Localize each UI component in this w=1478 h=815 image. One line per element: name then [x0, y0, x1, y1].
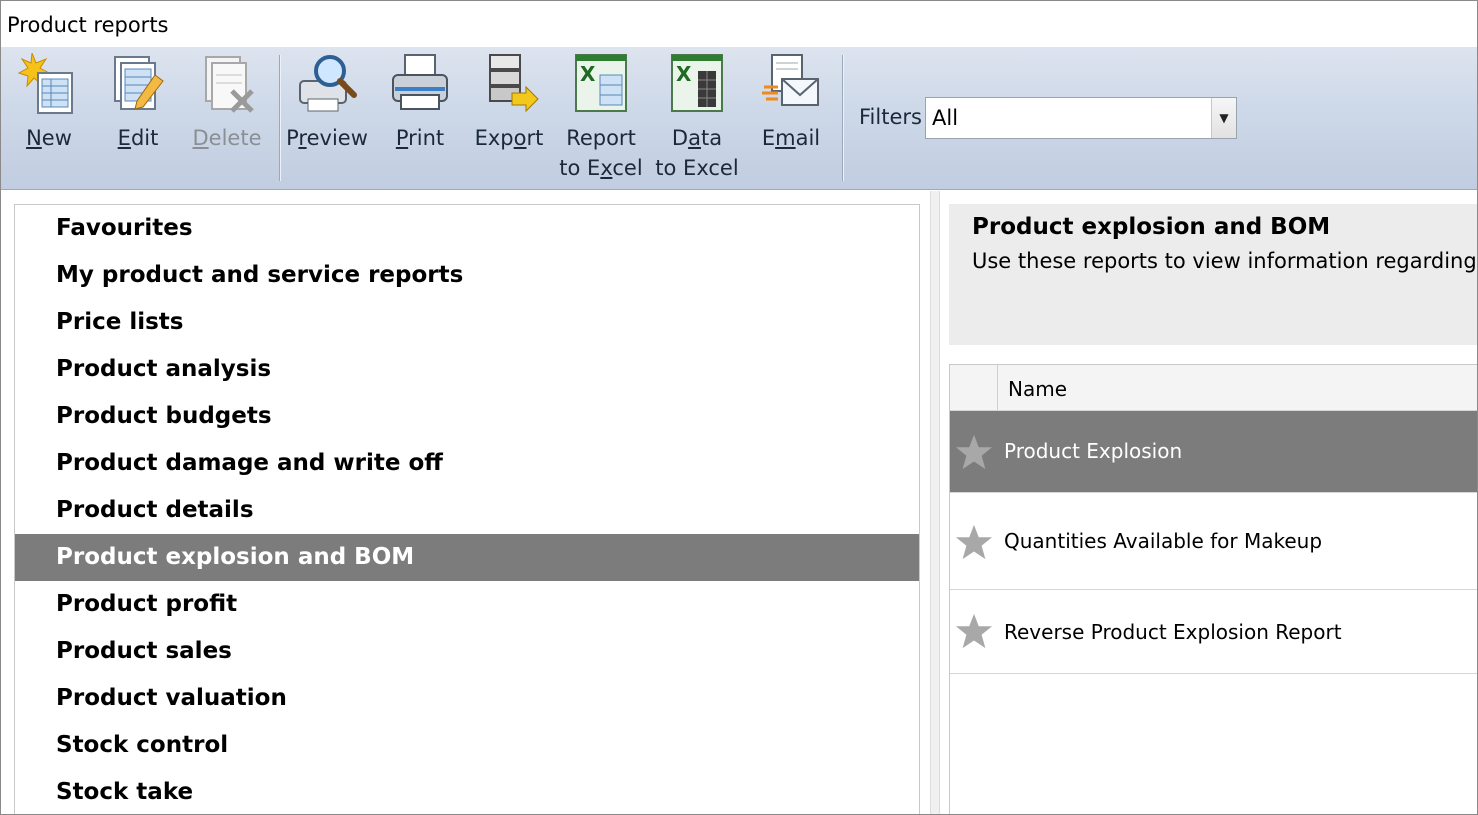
preview-button[interactable]: Preview	[283, 51, 371, 187]
chevron-down-icon[interactable]: ▼	[1211, 98, 1236, 138]
edit-report-icon	[114, 56, 164, 110]
new-report-icon	[18, 52, 73, 114]
product-reports-window: Product reports New Edit Delete Preview …	[0, 0, 1478, 815]
filters-value: All	[932, 106, 959, 130]
edit-button[interactable]: Edit	[94, 51, 182, 187]
export-button[interactable]: Export	[465, 51, 553, 187]
filters-dropdown[interactable]: All ▼	[925, 97, 1237, 139]
favourite-star-icon[interactable]	[955, 433, 993, 471]
category-item-product-analysis[interactable]: Product analysis	[15, 346, 919, 393]
filters-label: Filters	[859, 105, 922, 129]
svg-text:X: X	[580, 62, 596, 86]
delete-report-icon	[205, 56, 254, 113]
excel-data-icon: X	[671, 54, 723, 112]
category-item-stock-control[interactable]: Stock control	[15, 722, 919, 769]
toolbar-separator	[842, 55, 843, 181]
window-title: Product reports	[1, 1, 1477, 47]
column-header-name[interactable]: Name	[1008, 365, 1067, 413]
new-button[interactable]: New	[5, 51, 93, 187]
toolbar-separator	[279, 55, 280, 181]
category-item-stock-take[interactable]: Stock take	[15, 769, 919, 814]
panel-splitter[interactable]	[930, 191, 940, 814]
report-name: Reverse Product Explosion Report	[1004, 620, 1342, 644]
favourite-star-icon[interactable]	[955, 523, 993, 561]
report-category-list: Favourites My product and service report…	[14, 204, 920, 814]
category-description: Product explosion and BOM Use these repo…	[949, 204, 1477, 345]
category-item-product-damage-and-write-off[interactable]: Product damage and write off	[15, 440, 919, 487]
category-item-my-product-and-service-reports[interactable]: My product and service reports	[15, 252, 919, 299]
excel-report-icon: X	[575, 54, 627, 112]
category-item-product-details[interactable]: Product details	[15, 487, 919, 534]
category-item-price-lists[interactable]: Price lists	[15, 299, 919, 346]
grid-header: Name	[950, 365, 1477, 413]
category-item-product-budgets[interactable]: Product budgets	[15, 393, 919, 440]
preview-icon	[299, 55, 357, 112]
report-name: Quantities Available for Makeup	[1004, 529, 1323, 553]
description-title: Product explosion and BOM	[972, 214, 1331, 240]
printer-icon	[392, 54, 448, 110]
favourite-star-icon[interactable]	[955, 612, 993, 650]
report-row[interactable]: Product Explosion	[950, 411, 1477, 493]
category-item-product-valuation[interactable]: Product valuation	[15, 675, 919, 722]
export-icon	[489, 54, 539, 113]
grid-header-favourite-column[interactable]	[950, 365, 998, 410]
description-text: Use these reports to view information re…	[972, 249, 1477, 273]
category-item-product-explosion-and-bom[interactable]: Product explosion and BOM	[15, 534, 919, 581]
report-to-excel-button[interactable]: X Report to Excel	[557, 51, 645, 187]
print-button[interactable]: Print	[376, 51, 464, 187]
email-icon	[762, 54, 819, 106]
category-item-favourites[interactable]: Favourites	[15, 205, 919, 252]
report-row[interactable]: Reverse Product Explosion Report	[950, 590, 1477, 674]
report-row[interactable]: Quantities Available for Makeup	[950, 493, 1477, 590]
category-item-product-sales[interactable]: Product sales	[15, 628, 919, 675]
delete-button[interactable]: Delete	[183, 51, 271, 187]
svg-text:X: X	[676, 62, 692, 86]
report-grid: Name Product Explosion Quantities Availa…	[949, 364, 1477, 814]
category-item-product-profit[interactable]: Product profit	[15, 581, 919, 628]
data-to-excel-button[interactable]: X Data to Excel	[653, 51, 741, 187]
toolbar: New Edit Delete Preview Print Export X R…	[1, 47, 1477, 190]
report-name: Product Explosion	[1004, 439, 1183, 463]
email-button[interactable]: Email	[747, 51, 835, 187]
